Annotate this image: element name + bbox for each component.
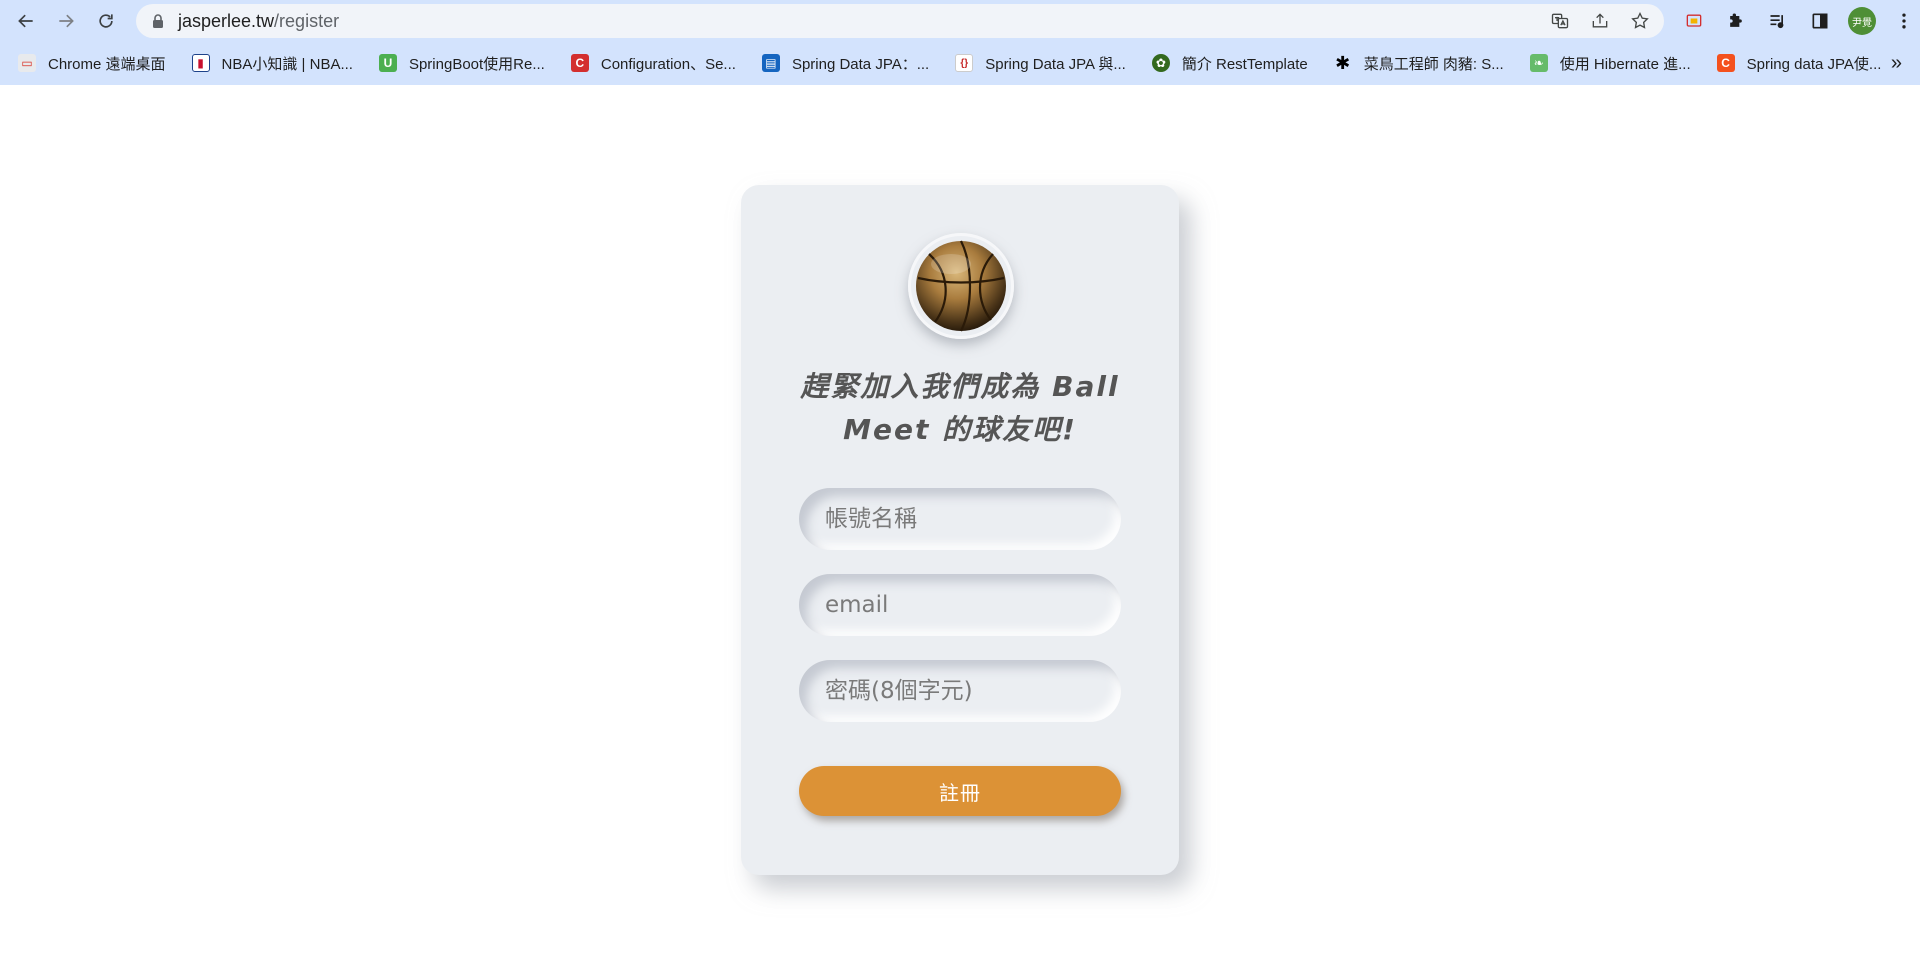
basketball-icon — [916, 240, 1006, 332]
bookmark-label: Spring data JPA使... — [1746, 55, 1882, 73]
leaf-badge-icon: ✿ — [1151, 54, 1170, 72]
register-button[interactable]: 註冊 — [799, 766, 1121, 816]
bookmark-label: 簡介 RestTemplate — [1181, 55, 1308, 73]
bookmark-item[interactable]: ▮ NBA小知識 | NBA... — [191, 49, 365, 77]
bookmark-item[interactable]: ✱ 菜鳥工程師 肉豬: S... — [1334, 49, 1516, 77]
password-input[interactable] — [799, 660, 1121, 722]
bookmark-item[interactable]: U SpringBoot使用Re... — [378, 49, 557, 77]
back-arrow-icon[interactable] — [6, 1, 46, 41]
green-leaf-icon: ❧ — [1529, 54, 1548, 72]
bookmark-item[interactable]: C Configuration、Se... — [570, 49, 748, 77]
address-bar[interactable]: jasperlee.tw/register — [136, 4, 1664, 38]
green-u-icon: U — [378, 54, 397, 72]
translate-icon[interactable] — [1548, 9, 1572, 33]
bookmark-label: Spring Data JPA 與... — [985, 55, 1126, 73]
browser-toolbar: jasperlee.tw/register 尹覺 — [0, 0, 1920, 42]
bookmark-item[interactable]: ▭ Chrome 遠端桌面 — [18, 49, 178, 77]
side-panel-icon[interactable] — [1804, 5, 1836, 37]
bookmarks-bar: ▭ Chrome 遠端桌面 ▮ NBA小知識 | NBA... U Spring… — [0, 48, 1920, 78]
bookmark-label: 菜鳥工程師 肉豬: S... — [1363, 55, 1504, 73]
star-burst-icon: ✱ — [1335, 52, 1351, 73]
lock-icon[interactable] — [150, 13, 166, 29]
bookmark-label: Configuration、Se... — [600, 55, 736, 73]
chrome-remote-desktop-icon: ▭ — [18, 54, 36, 72]
braces-icon: {} — [955, 54, 974, 72]
bookmark-item[interactable]: ▤ Spring Data JPA：... — [761, 49, 941, 77]
forward-arrow-icon[interactable] — [46, 1, 86, 41]
bookmark-label: Spring Data JPA：... — [791, 55, 930, 73]
bookmark-item[interactable]: {} Spring Data JPA 與... — [955, 49, 1138, 77]
cast-extension-icon[interactable] — [1678, 5, 1710, 37]
extensions-puzzle-icon[interactable] — [1720, 5, 1752, 37]
page-content: 趕緊加入我們成為 Ball Meet 的球友吧! 註冊 — [0, 85, 1920, 975]
url-path: /register — [274, 10, 340, 31]
bookmark-item[interactable]: ✿ 簡介 RestTemplate — [1151, 49, 1320, 77]
share-icon[interactable] — [1588, 9, 1612, 33]
media-queue-icon[interactable] — [1762, 5, 1794, 37]
bookmark-item[interactable]: C Spring data JPA使... — [1716, 49, 1894, 77]
orange-c-icon: C — [1716, 54, 1735, 72]
bookmark-label: Chrome 遠端桌面 — [48, 55, 166, 73]
bookmark-label: NBA小知識 | NBA... — [221, 55, 353, 73]
reload-icon[interactable] — [86, 1, 126, 41]
profile-avatar[interactable]: 尹覺 — [1846, 5, 1878, 37]
bookmark-star-icon[interactable] — [1628, 9, 1652, 33]
nba-logo-icon: ▮ — [191, 54, 210, 72]
email-input[interactable] — [799, 574, 1121, 636]
browser-chrome: jasperlee.tw/register 尹覺 ▭ Chrome 遠端桌面 ▮… — [0, 0, 1920, 85]
bookmark-label: SpringBoot使用Re... — [408, 55, 545, 73]
username-input[interactable] — [799, 488, 1121, 550]
blue-doc-icon: ▤ — [761, 54, 780, 72]
logo-badge — [908, 233, 1014, 339]
bookmark-label: 使用 Hibernate 進... — [1559, 55, 1691, 73]
bookmark-item[interactable]: ❧ 使用 Hibernate 進... — [1529, 49, 1703, 77]
register-card: 趕緊加入我們成為 Ball Meet 的球友吧! 註冊 — [741, 185, 1179, 875]
page-title: 趕緊加入我們成為 Ball Meet 的球友吧! — [800, 370, 1120, 446]
red-c-icon: C — [570, 54, 589, 72]
kebab-menu-icon[interactable] — [1888, 5, 1920, 37]
bookmarks-overflow-button[interactable]: » — [1891, 48, 1902, 78]
url-host: jasperlee.tw — [178, 10, 275, 31]
